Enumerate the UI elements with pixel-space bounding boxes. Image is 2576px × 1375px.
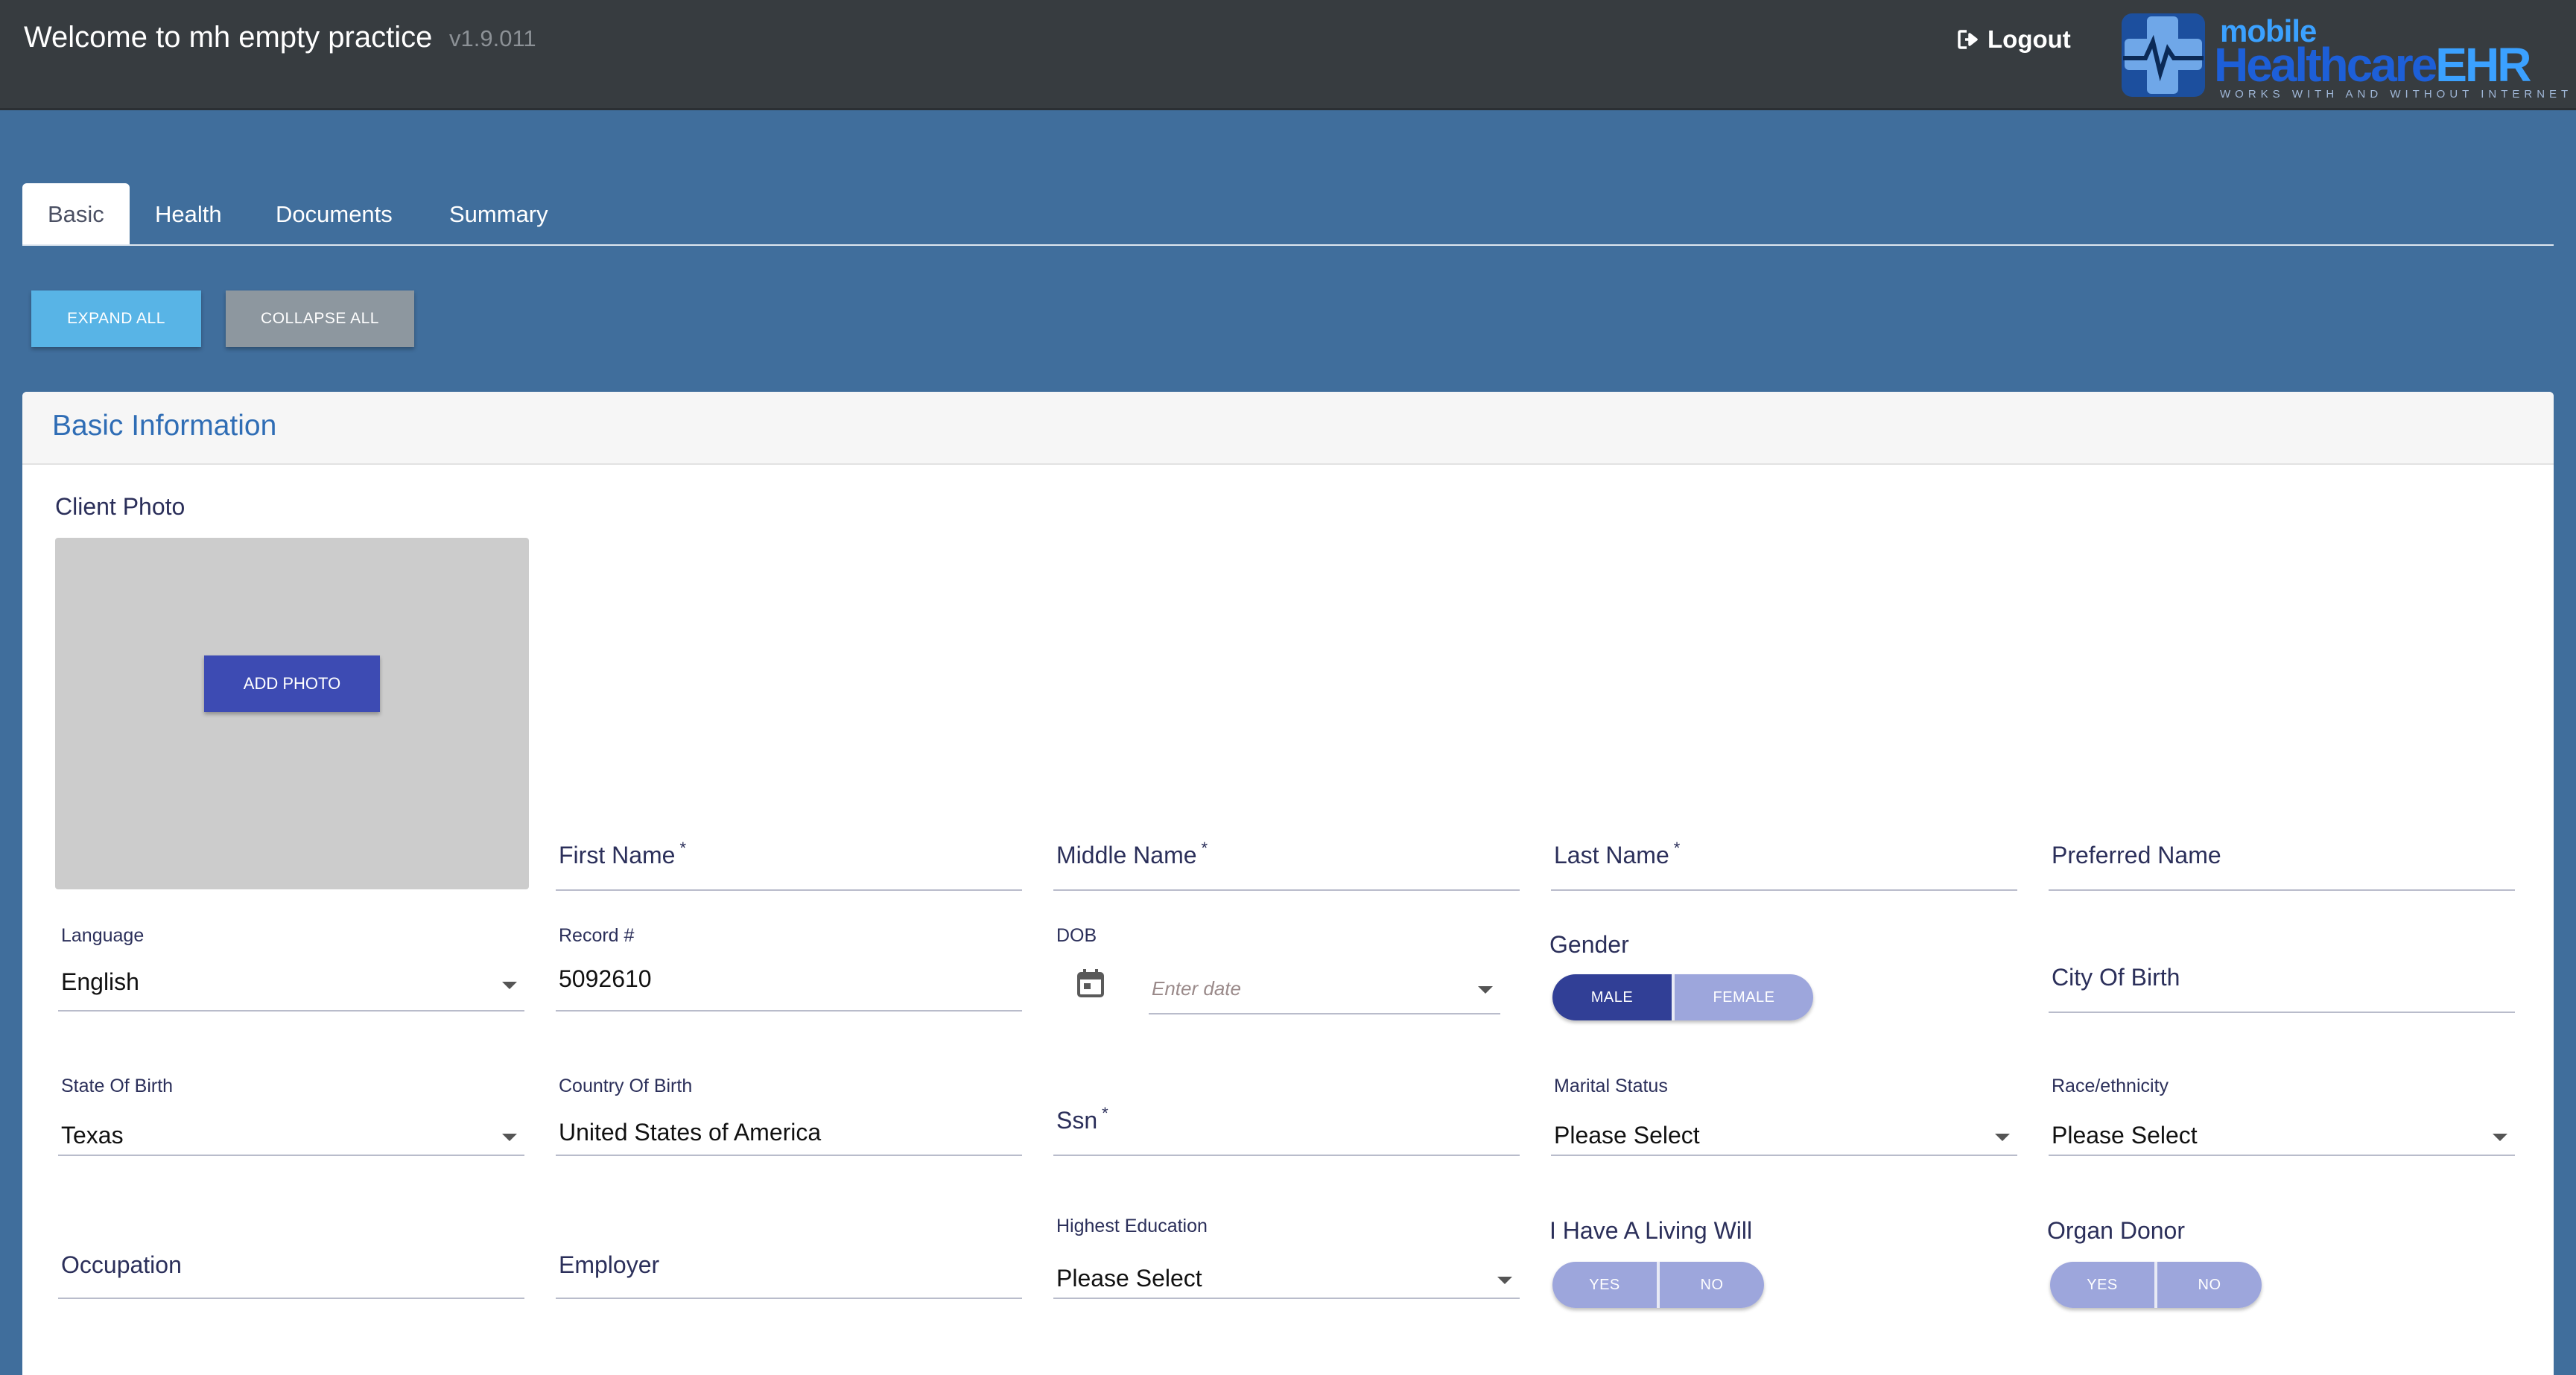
chevron-down-icon	[1995, 1134, 2010, 1141]
race-ethnicity-select[interactable]: Race/ethnicity Please Select	[2049, 1068, 2515, 1156]
living-will-label: I Have A Living Will	[1549, 1217, 1753, 1244]
dob-placeholder: Enter date	[1152, 977, 1241, 1000]
marital-status-value: Please Select	[1554, 1122, 1700, 1149]
language-select[interactable]: Language English	[58, 925, 524, 1012]
medical-cross-icon	[2122, 13, 2205, 97]
tab-summary[interactable]: Summary	[449, 183, 548, 244]
first-name-label: First Name	[559, 842, 676, 868]
tab-documents[interactable]: Documents	[276, 183, 393, 244]
dob-date-input[interactable]: Enter date	[1149, 956, 1500, 1014]
gender-label: Gender	[1549, 931, 1629, 958]
tab-bar: Basic Health Documents Summary	[22, 183, 2554, 246]
country-of-birth-label: Country Of Birth	[559, 1076, 693, 1096]
preferred-name-field[interactable]: Preferred Name	[2049, 810, 2515, 891]
state-of-birth-label: State Of Birth	[61, 1076, 174, 1096]
gender-toggle: MALE FEMALE	[1552, 974, 1813, 1020]
highest-education-select[interactable]: Highest Education Please Select	[1053, 1213, 1520, 1299]
last-name-field[interactable]: Last Name *	[1551, 810, 2017, 891]
marital-status-select[interactable]: Marital Status Please Select	[1551, 1068, 2017, 1156]
organ-donor-no-option[interactable]: NO	[2157, 1262, 2262, 1308]
state-of-birth-value: Texas	[61, 1122, 124, 1149]
employer-field[interactable]: Employer	[556, 1222, 1022, 1299]
middle-name-label: Middle Name	[1056, 842, 1197, 868]
organ-donor-toggle: YES NO	[2050, 1262, 2262, 1308]
country-of-birth-value: United States of America	[559, 1119, 822, 1146]
living-will-no-option[interactable]: NO	[1660, 1262, 1764, 1308]
record-value: 5092610	[559, 965, 652, 992]
expand-all-button[interactable]: EXPAND ALL	[31, 290, 201, 347]
occupation-label: Occupation	[61, 1251, 182, 1278]
employer-label: Employer	[559, 1251, 660, 1278]
race-ethnicity-value: Please Select	[2052, 1122, 2198, 1149]
logout-button[interactable]: Logout	[1958, 25, 2071, 54]
gender-male-option[interactable]: MALE	[1552, 974, 1672, 1020]
logo-tagline: WORKS WITH AND WITHOUT INTERNET	[2220, 88, 2573, 101]
tab-health[interactable]: Health	[155, 183, 222, 244]
chevron-down-icon	[502, 1134, 517, 1141]
highest-education-value: Please Select	[1056, 1265, 1202, 1292]
section-title: Basic Information	[52, 410, 277, 442]
occupation-field[interactable]: Occupation	[58, 1222, 524, 1299]
calendar-icon[interactable]	[1076, 968, 1105, 998]
add-photo-button[interactable]: ADD PHOTO	[204, 655, 380, 712]
middle-name-field[interactable]: Middle Name *	[1053, 810, 1520, 891]
dob-label: DOB	[1056, 925, 1097, 946]
city-of-birth-label: City Of Birth	[2052, 964, 2180, 991]
logout-label: Logout	[1987, 25, 2071, 53]
top-bar: Welcome to mh empty practice v1.9.011 Lo…	[0, 0, 2576, 110]
logo-word-healthcare: HealthcareEHR	[2214, 38, 2531, 92]
chevron-down-icon	[1497, 1277, 1512, 1284]
client-photo-box: ADD PHOTO	[55, 538, 529, 889]
ssn-field[interactable]: Ssn *	[1053, 1068, 1520, 1156]
last-name-label: Last Name	[1554, 842, 1669, 868]
client-photo-label: Client Photo	[55, 493, 185, 520]
city-of-birth-field[interactable]: City Of Birth	[2049, 946, 2515, 1013]
chevron-down-icon	[502, 982, 517, 989]
mobile-healthcare-ehr-logo: mobile HealthcareEHR WORKS WITH AND WITH…	[2116, 9, 2568, 101]
version-text: v1.9.011	[449, 25, 536, 51]
card-header[interactable]: Basic Information	[22, 392, 2554, 465]
ssn-label: Ssn	[1056, 1107, 1098, 1134]
record-number-field[interactable]: Record # 5092610	[556, 925, 1022, 1012]
organ-donor-yes-option[interactable]: YES	[2050, 1262, 2154, 1308]
language-label: Language	[61, 925, 145, 946]
record-label: Record #	[559, 925, 635, 946]
tab-basic[interactable]: Basic	[22, 183, 130, 244]
state-of-birth-select[interactable]: State Of Birth Texas	[58, 1068, 524, 1156]
living-will-toggle: YES NO	[1552, 1262, 1764, 1308]
dob-field: DOB	[1053, 925, 1202, 955]
chevron-down-icon	[2493, 1134, 2507, 1141]
logout-icon	[1958, 30, 1978, 49]
living-will-yes-option[interactable]: YES	[1552, 1262, 1657, 1308]
gender-female-option[interactable]: FEMALE	[1675, 974, 1813, 1020]
preferred-name-label: Preferred Name	[2052, 842, 2221, 868]
language-value: English	[61, 968, 139, 995]
welcome-text: Welcome to mh empty practice	[24, 21, 433, 54]
race-ethnicity-label: Race/ethnicity	[2052, 1076, 2169, 1096]
collapse-all-button[interactable]: COLLAPSE ALL	[226, 290, 414, 347]
first-name-field[interactable]: First Name *	[556, 810, 1022, 891]
highest-education-label: Highest Education	[1056, 1216, 1208, 1236]
marital-status-label: Marital Status	[1554, 1076, 1668, 1096]
organ-donor-label: Organ Donor	[2047, 1217, 2185, 1244]
country-of-birth-field[interactable]: Country Of Birth United States of Americ…	[556, 1068, 1022, 1156]
chevron-down-icon	[1478, 986, 1493, 994]
